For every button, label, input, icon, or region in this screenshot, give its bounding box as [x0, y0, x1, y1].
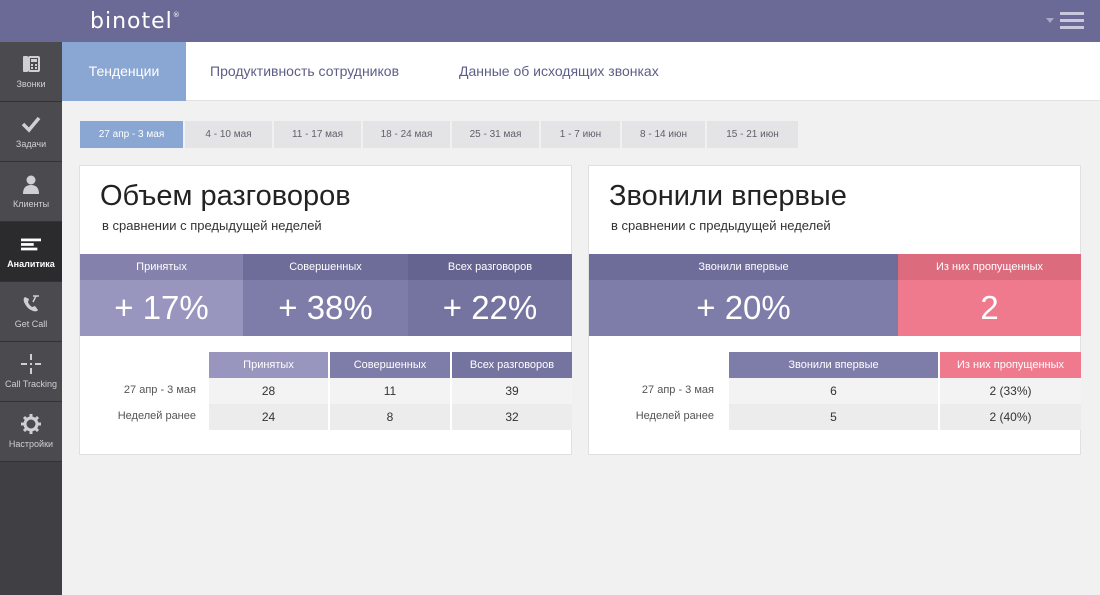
first-time-callers-card: Звонили впервые в сравнении с предыдущей…	[588, 165, 1081, 455]
sidebar-item-label: Клиенты	[12, 199, 50, 209]
sidebar-item-label: Звонки	[16, 79, 46, 89]
table-cell: 32	[452, 404, 572, 430]
week-button[interactable]: 4 - 10 мая	[185, 121, 272, 148]
table-cell: 11	[330, 378, 450, 404]
week-button[interactable]: 11 - 17 мая	[274, 121, 361, 148]
table-cell: 2 (40%)	[940, 404, 1081, 430]
analytics-icon	[21, 234, 41, 254]
sidebar-item-call-tracking[interactable]: Call Tracking	[0, 342, 62, 402]
sidebar-item-label: Аналитика	[7, 259, 55, 269]
row-label: 27 апр - 3 мая	[123, 384, 196, 396]
hamburger-menu-icon[interactable]	[1060, 12, 1084, 30]
week-button[interactable]: 25 - 31 мая	[452, 121, 539, 148]
kpi-value: 2	[898, 280, 1081, 336]
kpi-label: Совершенных	[243, 254, 408, 280]
sidebar-item-label: Задачи	[15, 139, 47, 149]
card-subtitle: в сравнении с предыдущей неделей	[611, 218, 831, 233]
card-title: Звонили впервые	[609, 180, 847, 212]
kpi-value: + 20%	[589, 280, 898, 336]
week-button[interactable]: 8 - 14 июн	[622, 121, 705, 148]
tab-outgoing-calls[interactable]: Данные об исходящих звонках	[459, 42, 659, 101]
caret-down-icon[interactable]	[1046, 18, 1054, 23]
logo-mark: ®	[172, 11, 181, 19]
logo[interactable]: binotel®	[90, 9, 181, 34]
get-call-icon	[21, 294, 41, 314]
kpi-label: Всех разговоров	[408, 254, 572, 280]
kpi-value: + 22%	[408, 280, 572, 336]
card-subtitle: в сравнении с предыдущей неделей	[102, 218, 322, 233]
sidebar-item-calls[interactable]: Звонки	[0, 42, 62, 102]
table-header: Звонили впервые	[729, 352, 938, 378]
week-selector: 27 апр - 3 мая 4 - 10 мая 11 - 17 мая 18…	[80, 121, 800, 148]
kpi-label: Звонили впервые	[589, 254, 898, 280]
logo-text: binotel	[90, 9, 173, 34]
person-icon	[21, 174, 41, 194]
week-button[interactable]: 15 - 21 июн	[707, 121, 798, 148]
kpi-label: Принятых	[80, 254, 243, 280]
call-tracking-icon	[21, 354, 41, 374]
week-button[interactable]: 18 - 24 мая	[363, 121, 450, 148]
kpi-label: Из них пропущенных	[898, 254, 1081, 280]
sidebar-item-analytics[interactable]: Аналитика	[0, 222, 62, 282]
sidebar-item-get-call[interactable]: Get Call	[0, 282, 62, 342]
sidebar: Звонки Задачи Клиенты Аналитика Get Call…	[0, 42, 62, 595]
table-header: Всех разговоров	[452, 352, 572, 378]
row-label: Неделей ранее	[117, 410, 196, 422]
sidebar-item-clients[interactable]: Клиенты	[0, 162, 62, 222]
top-bar: binotel®	[0, 0, 1100, 42]
sidebar-item-tasks[interactable]: Задачи	[0, 102, 62, 162]
sidebar-item-label: Call Tracking	[4, 379, 58, 389]
phone-icon	[21, 54, 41, 74]
table-header: Принятых	[209, 352, 328, 378]
tab-employee-productivity[interactable]: Продуктивность сотрудников	[210, 42, 399, 101]
table-cell: 28	[209, 378, 328, 404]
table-cell: 2 (33%)	[940, 378, 1081, 404]
check-icon	[21, 114, 41, 134]
call-volume-card: Объем разговоров в сравнении с предыдуще…	[79, 165, 572, 455]
sidebar-item-label: Get Call	[14, 319, 48, 329]
kpi-value: + 38%	[243, 280, 408, 336]
table-header: Совершенных	[330, 352, 450, 378]
table-cell: 24	[209, 404, 328, 430]
table-cell: 6	[729, 378, 938, 404]
table-cell: 39	[452, 378, 572, 404]
table-cell: 8	[330, 404, 450, 430]
table-header: Из них пропущенных	[940, 352, 1081, 378]
gear-icon	[21, 414, 41, 434]
tab-trends[interactable]: Тенденции	[62, 42, 186, 101]
card-title: Объем разговоров	[100, 180, 351, 212]
row-label: 27 апр - 3 мая	[641, 384, 714, 396]
tabs-bar: Тенденции Продуктивность сотрудников Дан…	[62, 42, 1100, 101]
week-button[interactable]: 27 апр - 3 мая	[80, 121, 183, 148]
kpi-value: + 17%	[80, 280, 243, 336]
table-cell: 5	[729, 404, 938, 430]
sidebar-item-settings[interactable]: Настройки	[0, 402, 62, 462]
sidebar-item-label: Настройки	[8, 439, 54, 449]
row-label: Неделей ранее	[635, 410, 714, 422]
week-button[interactable]: 1 - 7 июн	[541, 121, 620, 148]
